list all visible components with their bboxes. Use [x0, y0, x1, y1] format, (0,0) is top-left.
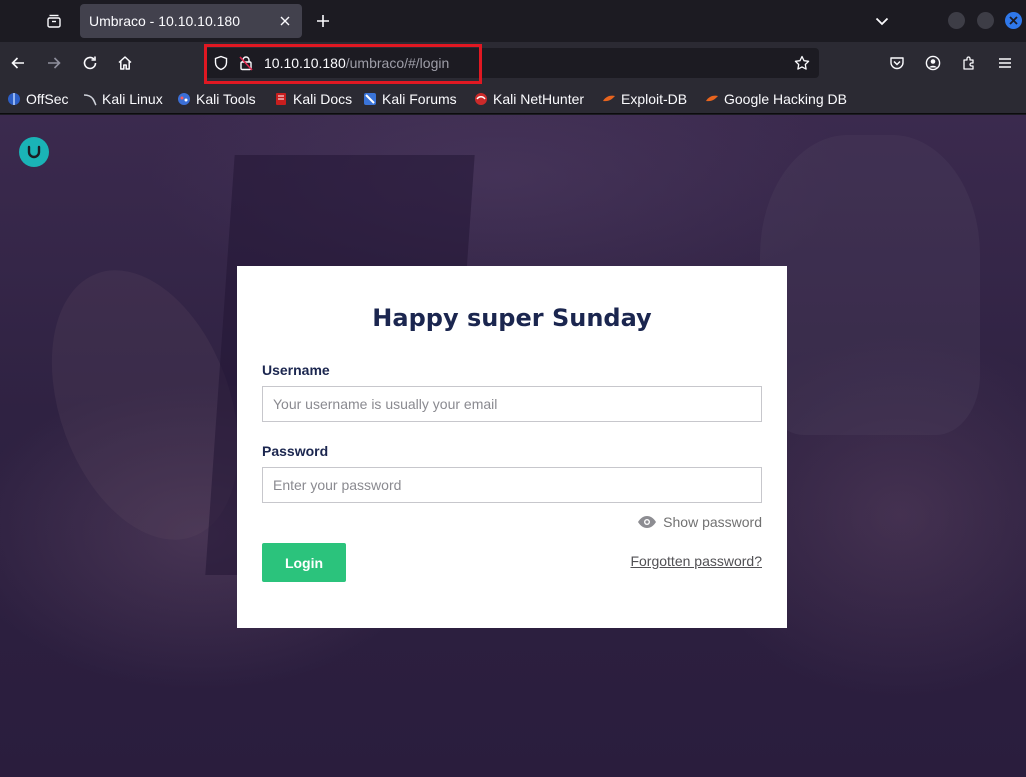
bookmark-label: Kali Forums	[382, 91, 457, 107]
browser-tab-umbraco[interactable]: Umbraco - 10.10.10.180	[80, 4, 302, 38]
bookmark-label: OffSec	[26, 91, 69, 107]
pocket-icon[interactable]	[885, 51, 909, 75]
new-tab-icon[interactable]	[311, 9, 335, 33]
close-window-button[interactable]	[1005, 12, 1022, 29]
bookmark-star-icon[interactable]	[793, 54, 811, 72]
google-hacking-db-icon	[704, 91, 720, 107]
reload-icon[interactable]	[78, 51, 102, 75]
close-tab-icon[interactable]	[276, 12, 294, 30]
back-arrow-icon[interactable]	[6, 51, 30, 75]
bookmark-label: Kali NetHunter	[493, 91, 585, 107]
kali-tools-icon	[176, 91, 192, 107]
show-password-toggle[interactable]: Show password	[632, 513, 762, 531]
bookmark-label: Kali Tools	[196, 91, 256, 107]
bookmark-google-hacking-db[interactable]: Google Hacking DB	[704, 90, 847, 108]
hamburger-menu-icon[interactable]	[993, 51, 1017, 75]
list-all-tabs-chevron-icon[interactable]	[870, 9, 894, 33]
kali-dragon-icon	[82, 91, 98, 107]
navigation-toolbar: 10.10.10.180/umbraco/#/login	[0, 42, 1026, 84]
kali-nethunter-icon	[473, 91, 489, 107]
show-password-label: Show password	[663, 514, 762, 530]
tab-title: Umbraco - 10.10.10.180	[89, 13, 240, 29]
bookmark-kali-linux[interactable]: Kali Linux	[82, 90, 163, 108]
bookmark-label: Exploit-DB	[621, 91, 688, 107]
home-icon[interactable]	[113, 51, 137, 75]
umbraco-logo-icon	[19, 137, 49, 167]
background-shape	[760, 135, 980, 435]
account-icon[interactable]	[921, 51, 945, 75]
bookmark-kali-forums[interactable]: Kali Forums	[362, 90, 457, 108]
login-form-card: Happy super Sunday Username Password Sho…	[237, 266, 787, 628]
username-input[interactable]	[262, 386, 762, 422]
eye-icon	[637, 515, 657, 529]
bookmark-kali-tools[interactable]: Kali Tools	[176, 90, 256, 108]
bookmark-label: Kali Docs	[293, 91, 353, 107]
url-highlight-box	[204, 44, 482, 84]
kali-forums-icon	[362, 91, 378, 107]
bookmark-exploit-db[interactable]: Exploit-DB	[601, 90, 687, 108]
bookmark-offsec[interactable]: OffSec	[6, 90, 69, 108]
offsec-icon	[6, 91, 22, 107]
bookmark-label: Google Hacking DB	[724, 91, 847, 107]
login-button[interactable]: Login	[262, 543, 346, 582]
bookmark-kali-nethunter[interactable]: Kali NetHunter	[473, 90, 584, 108]
maximize-window-button[interactable]	[977, 12, 994, 29]
kali-docs-icon	[273, 91, 289, 107]
bookmarks-toolbar: OffSec Kali Linux Kali Tools Kali Docs K…	[0, 84, 1026, 114]
bookmark-label: Kali Linux	[102, 91, 163, 107]
username-label: Username	[262, 362, 330, 378]
tab-strip: Umbraco - 10.10.10.180	[0, 0, 1026, 42]
umbraco-login-page: Happy super Sunday Username Password Sho…	[0, 115, 1026, 777]
minimize-window-button[interactable]	[948, 12, 965, 29]
forgotten-password-link[interactable]: Forgotten password?	[624, 553, 762, 569]
password-input[interactable]	[262, 467, 762, 503]
forward-arrow-icon[interactable]	[42, 51, 66, 75]
bookmark-kali-docs[interactable]: Kali Docs	[273, 90, 352, 108]
extensions-puzzle-icon[interactable]	[957, 51, 981, 75]
exploit-db-icon	[601, 91, 617, 107]
password-label: Password	[262, 443, 329, 459]
login-greeting-title: Happy super Sunday	[372, 304, 652, 332]
tab-list-icon[interactable]	[42, 9, 66, 33]
